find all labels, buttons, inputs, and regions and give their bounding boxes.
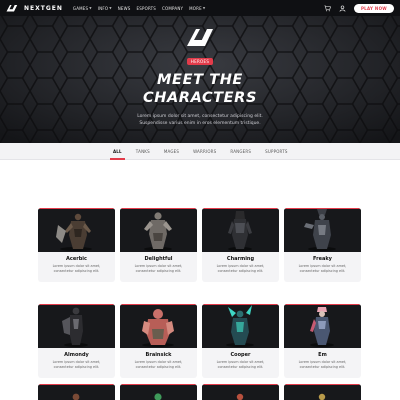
character-name: Brainsick: [145, 352, 172, 358]
character-image: [202, 208, 279, 252]
hero-title-line1: MEET THE: [157, 72, 243, 88]
character-card[interactable]: Em Lorem ipsum dolor sit amet, consectetu…: [284, 304, 361, 378]
character-filter-tabs: ALL TANKS MAGES WARRIORS RANGERS SUPPORT…: [0, 143, 400, 160]
character-name: Em: [318, 352, 327, 358]
character-card[interactable]: [120, 384, 197, 400]
brand-logo-icon: [187, 29, 213, 46]
character-card[interactable]: [38, 384, 115, 400]
character-image: [284, 304, 361, 348]
character-name: Charming: [226, 256, 255, 262]
nav-item-more[interactable]: MORE ▼: [189, 6, 205, 11]
character-name: Delightful: [144, 256, 173, 262]
nav-item-company[interactable]: COMPANY: [162, 6, 183, 11]
nav-item-esports[interactable]: ESPORTS: [137, 6, 157, 11]
hero-tag-badge: HEROES: [186, 58, 214, 65]
tab-all[interactable]: ALL: [110, 149, 125, 160]
character-description: Lorem ipsum dolor sit amet, consectetur a…: [42, 360, 111, 370]
top-navigation-bar: NEXTGEN GAMES ▼ INFO ▼ NEWS ESPORTS COMPAN…: [0, 0, 400, 16]
nav-label: MORE: [189, 5, 202, 11]
description-line2: consectetur adipiscing elit.: [135, 269, 182, 273]
character-card[interactable]: Acerbic Lorem ipsum dolor sit amet, conse…: [38, 208, 115, 282]
tab-tanks[interactable]: TANKS: [136, 149, 150, 154]
header-tools: PLAY NOW: [324, 3, 394, 13]
nav-label: GAMES: [72, 5, 89, 11]
character-name: Almondy: [64, 352, 89, 358]
character-image: [202, 384, 279, 400]
character-image: [38, 208, 115, 252]
user-icon[interactable]: [339, 5, 346, 12]
character-card[interactable]: Delightful Lorem ipsum dolor sit amet, co…: [120, 208, 197, 282]
cart-icon[interactable]: [324, 5, 331, 12]
nav-label: NEWS: [117, 5, 131, 11]
nav-label: INFO: [97, 5, 109, 11]
hero-title: MEET THE CHARACTERS: [0, 71, 400, 107]
chevron-down-icon: ▼: [89, 6, 92, 10]
character-image: [120, 208, 197, 252]
nav-item-info[interactable]: INFO ▼: [98, 6, 112, 11]
character-card[interactable]: Charming Lorem ipsum dolor sit amet, cons…: [202, 208, 279, 282]
nav-label: ESPORTS: [136, 5, 157, 11]
tab-warriors[interactable]: WARRIORS: [193, 149, 216, 154]
character-image: [202, 304, 279, 348]
nav-item-games[interactable]: GAMES ▼: [73, 6, 92, 11]
hero-title-line2: CHARACTERS: [143, 90, 257, 106]
chevron-down-icon: ▼: [202, 6, 206, 10]
character-image: [120, 384, 197, 400]
chevron-down-icon: ▼: [109, 6, 112, 10]
description-line2: consectetur adipiscing elit.: [217, 365, 264, 369]
tab-supports[interactable]: SUPPORTS: [265, 149, 288, 154]
character-card[interactable]: Brainsick Lorem ipsum dolor sit amet, con…: [120, 304, 197, 378]
brand-name[interactable]: NEXTGEN: [24, 5, 63, 12]
description-line2: consectetur adipiscing elit.: [53, 269, 100, 273]
description-line2: consectetur adipiscing elit.: [135, 365, 182, 369]
nav-item-news[interactable]: NEWS: [118, 6, 131, 11]
character-name: Freaky: [313, 256, 332, 262]
description-line2: consectetur adipiscing elit.: [53, 365, 100, 369]
hero-description: Lorem ipsum dolor sit amet, consectetur …: [0, 114, 400, 127]
description-line2: consectetur adipiscing elit.: [217, 269, 264, 273]
character-description: Lorem ipsum dolor sit amet, consectetur a…: [288, 264, 357, 274]
description-line2: consectetur adipiscing elit.: [299, 269, 346, 273]
character-description: Lorem ipsum dolor sit amet, consectetur a…: [42, 264, 111, 274]
hero-description-line2: Suspendisse varius enim in eros elementu…: [139, 120, 261, 126]
hero-content: HEROES MEET THE CHARACTERS Lorem ipsum d…: [0, 26, 400, 127]
character-image: [284, 208, 361, 252]
character-card[interactable]: [202, 384, 279, 400]
tab-rangers[interactable]: RANGERS: [230, 149, 251, 154]
character-card[interactable]: Almondy Lorem ipsum dolor sit amet, conse…: [38, 304, 115, 378]
character-description: Lorem ipsum dolor sit amet, consectetur a…: [206, 360, 275, 370]
character-card[interactable]: Freaky Lorem ipsum dolor sit amet, consec…: [284, 208, 361, 282]
description-line2: consectetur adipiscing elit.: [299, 365, 346, 369]
nav-label: COMPANY: [162, 5, 184, 11]
tab-mages[interactable]: MAGES: [164, 149, 179, 154]
character-image: [38, 384, 115, 400]
character-description: Lorem ipsum dolor sit amet, consectetur a…: [124, 264, 193, 274]
character-card[interactable]: [284, 384, 361, 400]
character-image: [38, 304, 115, 348]
character-image: [120, 304, 197, 348]
main-nav: GAMES ▼ INFO ▼ NEWS ESPORTS COMPANY MORE ▼: [73, 6, 206, 11]
brand-logo-icon[interactable]: [6, 4, 18, 12]
character-name: Cooper: [230, 352, 251, 358]
character-name: Acerbic: [66, 256, 87, 262]
character-card[interactable]: Cooper Lorem ipsum dolor sit amet, consec…: [202, 304, 279, 378]
play-now-button[interactable]: PLAY NOW: [353, 3, 394, 13]
hero-section: HEROES MEET THE CHARACTERS Lorem ipsum d…: [0, 0, 400, 143]
character-description: Lorem ipsum dolor sit amet, consectetur a…: [288, 360, 357, 370]
character-description: Lorem ipsum dolor sit amet, consectetur a…: [206, 264, 275, 274]
character-description: Lorem ipsum dolor sit amet, consectetur a…: [124, 360, 193, 370]
character-image: [284, 384, 361, 400]
